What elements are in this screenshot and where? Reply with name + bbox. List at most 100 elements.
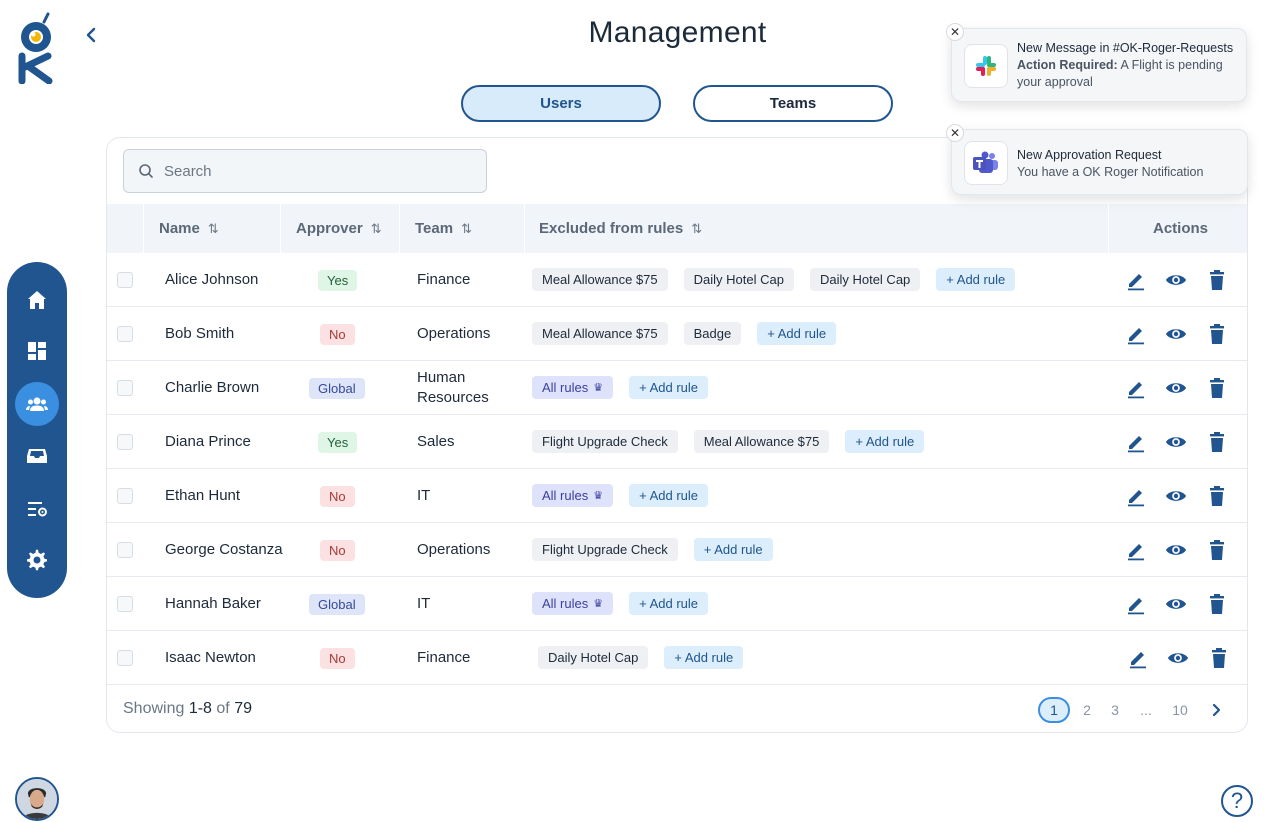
rule-chip[interactable]: Flight Upgrade Check — [532, 538, 678, 561]
all-rules-chip[interactable]: All rules ♛ — [532, 484, 614, 507]
nav-home[interactable] — [15, 278, 59, 322]
add-rule-button[interactable]: + Add rule — [936, 268, 1016, 291]
column-actions: Actions — [1153, 204, 1208, 253]
nav-inbox[interactable] — [15, 434, 59, 478]
column-name[interactable]: Name ⇅ — [159, 204, 219, 253]
pencil-icon — [1128, 274, 1144, 291]
row-checkbox[interactable] — [117, 542, 133, 558]
view-button[interactable] — [1165, 377, 1187, 399]
add-rule-button[interactable]: + Add rule — [629, 592, 709, 615]
delete-button[interactable] — [1206, 431, 1228, 453]
rule-chip[interactable]: Meal Allowance $75 — [693, 430, 830, 453]
edit-button[interactable] — [1125, 269, 1147, 291]
help-button[interactable]: ? — [1221, 785, 1253, 817]
next-page-button[interactable] — [1205, 697, 1227, 723]
page-2-button[interactable]: 2 — [1077, 697, 1097, 723]
nav-rules-settings[interactable] — [15, 487, 59, 531]
showing-of: of — [216, 700, 230, 717]
team-name: Human Resources — [417, 368, 489, 406]
view-button[interactable] — [1165, 485, 1187, 507]
column-excluded[interactable]: Excluded from rules ⇅ — [539, 204, 702, 253]
view-button[interactable] — [1165, 593, 1187, 615]
rule-chip[interactable]: Meal Allowance $75 — [532, 322, 668, 345]
page-10-button[interactable]: 10 — [1167, 697, 1193, 723]
trash-icon — [1210, 324, 1224, 344]
table-header: Name ⇅ Approver ⇅ Team ⇅ Excluded from rule… — [107, 204, 1247, 253]
page-1-button[interactable]: 1 — [1038, 697, 1070, 723]
rule-chip[interactable]: Flight Upgrade Check — [532, 430, 678, 453]
close-notification-button[interactable]: ✕ — [946, 124, 964, 142]
column-team[interactable]: Team ⇅ — [415, 204, 472, 253]
rule-chip[interactable]: Daily Hotel Cap — [683, 268, 794, 291]
edit-button[interactable] — [1125, 323, 1147, 345]
view-button[interactable] — [1165, 539, 1187, 561]
delete-button[interactable] — [1206, 485, 1228, 507]
view-button[interactable] — [1167, 647, 1189, 669]
row-checkbox[interactable] — [117, 596, 133, 612]
delete-button[interactable] — [1206, 593, 1228, 615]
add-rule-button[interactable]: + Add rule — [693, 538, 773, 561]
add-rule-button[interactable]: + Add rule — [629, 484, 709, 507]
rule-chip[interactable]: Badge — [683, 322, 742, 345]
add-rule-button[interactable]: + Add rule — [629, 376, 709, 399]
collapse-sidebar-button[interactable] — [82, 24, 100, 46]
row-actions — [1125, 253, 1225, 306]
edit-button[interactable] — [1125, 377, 1147, 399]
nav-settings[interactable] — [15, 538, 59, 582]
user-name: Charlie Brown — [165, 378, 260, 396]
delete-button[interactable] — [1206, 377, 1228, 399]
column-approver[interactable]: Approver ⇅ — [296, 204, 382, 253]
column-team-label: Team — [415, 220, 454, 237]
row-checkbox[interactable] — [117, 488, 133, 504]
excluded-rules: All rules ♛ + Add rule — [532, 361, 709, 414]
view-button[interactable] — [1165, 323, 1187, 345]
add-rule-button[interactable]: + Add rule — [845, 430, 925, 453]
view-button[interactable] — [1165, 431, 1187, 453]
excluded-rules: Daily Hotel Cap + Add rule — [538, 631, 744, 684]
add-rule-button[interactable]: + Add rule — [757, 322, 837, 345]
delete-button[interactable] — [1208, 647, 1230, 669]
showing-count: Showing 1-8 of 79 — [123, 700, 252, 718]
add-rule-button[interactable]: + Add rule — [664, 646, 744, 669]
table-row: Hannah Baker Global IT All rules ♛ + Add rule — [107, 577, 1247, 631]
row-checkbox[interactable] — [117, 272, 133, 288]
eye-icon — [1165, 599, 1187, 609]
edit-button[interactable] — [1125, 485, 1147, 507]
notification-title: New Message in #OK-Roger-Requests — [1017, 41, 1234, 55]
eye-icon — [1165, 437, 1187, 447]
row-actions — [1125, 415, 1225, 468]
row-checkbox[interactable] — [117, 434, 133, 450]
delete-button[interactable] — [1206, 539, 1228, 561]
row-checkbox[interactable] — [117, 380, 133, 396]
row-actions — [1125, 361, 1225, 414]
row-checkbox[interactable] — [117, 326, 133, 342]
slack-icon — [964, 44, 1008, 88]
edit-button[interactable] — [1127, 647, 1149, 669]
team-name: IT — [417, 594, 431, 612]
page-3-button[interactable]: 3 — [1105, 697, 1125, 723]
trash-icon — [1210, 270, 1224, 290]
all-rules-chip[interactable]: All rules ♛ — [532, 376, 614, 399]
edit-button[interactable] — [1125, 431, 1147, 453]
rule-chip[interactable]: Daily Hotel Cap — [538, 646, 649, 669]
nav-users[interactable] — [15, 382, 59, 426]
user-avatar[interactable] — [15, 777, 59, 821]
eye-icon — [1167, 653, 1189, 663]
view-button[interactable] — [1165, 269, 1187, 291]
close-notification-button[interactable]: ✕ — [946, 23, 964, 41]
nav-dashboard[interactable] — [15, 329, 59, 373]
edit-button[interactable] — [1125, 593, 1147, 615]
row-checkbox[interactable] — [117, 650, 133, 666]
search-input[interactable] — [164, 162, 464, 180]
delete-button[interactable] — [1206, 269, 1228, 291]
tab-teams[interactable]: Teams — [693, 85, 893, 122]
teams-notification[interactable]: ✕ New Approvation Request You have a OK … — [946, 124, 1248, 195]
slack-notification[interactable]: ✕ New Message in #OK-Roger-Requests Acti… — [946, 23, 1247, 102]
edit-button[interactable] — [1125, 539, 1147, 561]
rule-chip[interactable]: Meal Allowance $75 — [532, 268, 668, 291]
all-rules-chip[interactable]: All rules ♛ — [532, 592, 614, 615]
tab-users[interactable]: Users — [461, 85, 661, 122]
delete-button[interactable] — [1206, 323, 1228, 345]
rule-chip[interactable]: Daily Hotel Cap — [809, 268, 921, 291]
team-name: IT — [417, 486, 431, 504]
